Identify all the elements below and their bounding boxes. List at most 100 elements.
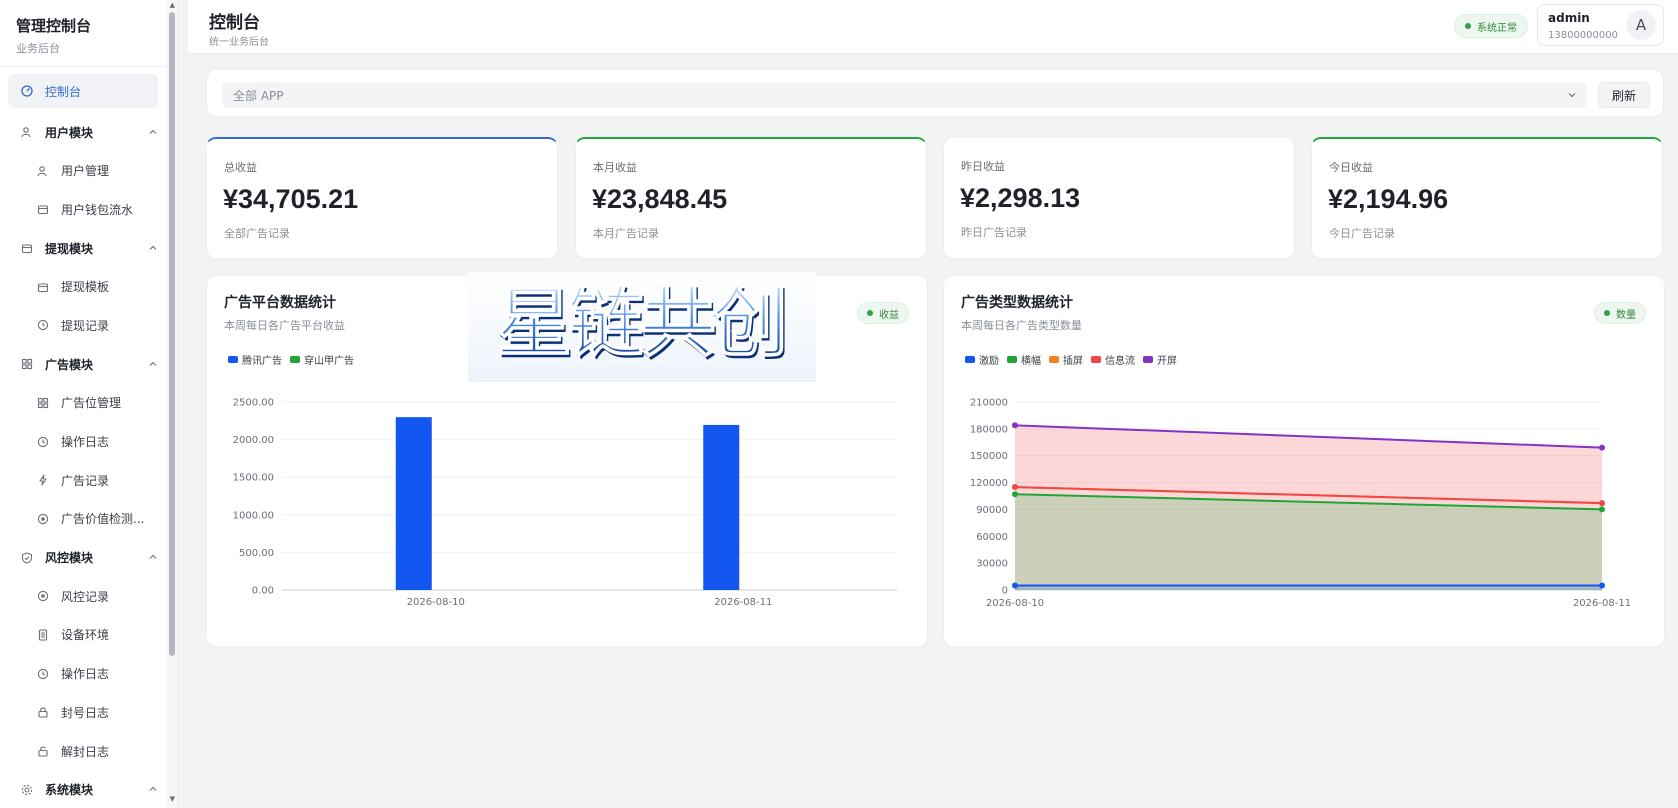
y-tick-label: 0.00	[252, 586, 274, 597]
stat-note: 全部广告记录	[224, 227, 290, 240]
y-tick-label: 180000	[970, 424, 1008, 435]
app-select[interactable]: 全部 APP	[222, 82, 1587, 108]
sidebar-item-label: 用户钱包流水	[61, 202, 134, 217]
shield-icon	[20, 551, 34, 565]
type-chart-panel: 广告类型数据统计 本周每日各广告类型数量 数量 激励 横幅 插屏 信息流 开屏 0 300…	[943, 275, 1665, 647]
sidebar-item-label: 风控记录	[61, 589, 110, 604]
stat-card-yesterday: 昨日收益 ¥2,298.13 昨日广告记录	[943, 137, 1295, 259]
chevron-down-icon	[1567, 89, 1577, 103]
sidebar-group-4[interactable]: 提现模块	[0, 229, 168, 268]
brand-subtitle: 业务后台	[16, 42, 60, 55]
sidebar-item-9[interactable]: 操作日志	[0, 422, 168, 461]
sidebar-group-18[interactable]: 系统模块	[0, 770, 168, 808]
sidebar-item-16[interactable]: 封号日志	[0, 693, 168, 732]
sidebar-item-label: 设备环境	[61, 628, 110, 643]
stat-note: 本月广告记录	[593, 227, 659, 240]
sidebar-item-10[interactable]: 广告记录	[0, 461, 168, 500]
wallet-icon	[36, 202, 50, 216]
sidebar-item-label: 解封日志	[61, 744, 110, 759]
sidebar-scrollbar-thumb[interactable]	[169, 12, 175, 656]
stat-card-month: 本月收益 ¥23,848.45 本月广告记录	[575, 137, 927, 259]
svg-text:星链共创: 星链共创	[496, 278, 784, 367]
sidebar: 管理控制台 业务后台 控制台用户模块用户管理用户钱包流水提现模块提现模板提现记录…	[0, 0, 178, 808]
avatar[interactable]: A	[1626, 10, 1656, 40]
sidebar-item-label: 风控模块	[45, 551, 94, 566]
grid-icon	[20, 357, 34, 371]
sidebar-item-label: 提现记录	[61, 318, 110, 333]
x-tick-label: 2026-08-11	[1573, 598, 1631, 609]
stat-note: 今日广告记录	[1329, 227, 1395, 240]
y-tick-label: 2500.00	[233, 398, 274, 409]
sidebar-item-label: 用户管理	[61, 164, 110, 179]
gear-icon	[20, 783, 34, 797]
chevron-up-icon[interactable]	[148, 783, 158, 797]
sidebar-item-13[interactable]: 风控记录	[0, 577, 168, 616]
brand-logo-overlay: 星链共创 星链共创	[468, 272, 816, 382]
sidebar-item-8[interactable]: 广告位管理	[0, 384, 168, 423]
x-tick-label: 2026-08-10	[986, 598, 1044, 609]
sidebar-item-label: 控制台	[45, 84, 82, 99]
target-icon	[36, 589, 50, 603]
lock-icon	[36, 705, 50, 719]
chevron-up-icon[interactable]	[148, 358, 158, 372]
sidebar-item-label: 广告价值检测...	[61, 512, 145, 527]
stat-value: ¥23,848.45	[592, 184, 728, 214]
sidebar-item-label: 广告模块	[45, 357, 94, 372]
brand-title: 管理控制台	[16, 17, 92, 35]
sidebar-group-12[interactable]: 风控模块	[0, 538, 168, 577]
bolt-icon	[36, 473, 50, 487]
stat-note: 昨日广告记录	[961, 226, 1027, 239]
top-header: 控制台 统一业务后台 系统正常 admin 13800000000 A	[188, 0, 1678, 54]
clock-icon	[36, 667, 50, 681]
y-tick-label: 30000	[976, 559, 1008, 570]
app-select-value: 全部 APP	[233, 88, 284, 103]
y-tick-label: 500.00	[239, 548, 274, 559]
data-point	[1012, 491, 1018, 498]
sidebar-item-11[interactable]: 广告价值检测...	[0, 500, 168, 539]
sidebar-item-14[interactable]: 设备环境	[0, 616, 168, 655]
sidebar-item-5[interactable]: 提现模板	[0, 267, 168, 306]
data-point	[1012, 422, 1018, 429]
dashboard-icon	[20, 84, 34, 98]
sidebar-item-2[interactable]: 用户管理	[0, 151, 168, 190]
clock-icon	[36, 318, 50, 332]
y-tick-label: 0	[1002, 586, 1008, 597]
chevron-up-icon[interactable]	[148, 242, 158, 256]
x-tick-label: 2026-08-11	[714, 597, 772, 608]
scroll-down-arrow-icon[interactable]: ▼	[170, 795, 175, 803]
clock-icon	[36, 435, 50, 449]
chevron-up-icon[interactable]	[148, 551, 158, 565]
sidebar-item-15[interactable]: 操作日志	[0, 654, 168, 693]
unlock-icon	[36, 744, 50, 758]
refresh-button[interactable]: 刷新	[1598, 82, 1650, 108]
user-name: admin	[1548, 11, 1590, 25]
sidebar-item-6[interactable]: 提现记录	[0, 306, 168, 345]
data-point	[1012, 484, 1018, 491]
users-icon	[36, 164, 50, 178]
bar	[703, 424, 740, 590]
chevron-up-icon[interactable]	[148, 126, 158, 140]
scroll-up-arrow-icon[interactable]: ▲	[170, 1, 175, 9]
stat-card-total: 总收益 ¥34,705.21 全部广告记录	[206, 137, 558, 259]
wallet-icon	[36, 280, 50, 294]
sidebar-group-1[interactable]: 用户模块	[0, 113, 168, 152]
stat-value: ¥2,194.96	[1328, 184, 1449, 214]
wallet-icon	[20, 241, 34, 255]
data-point	[1599, 500, 1605, 507]
y-tick-label: 60000	[976, 532, 1008, 543]
grid-icon	[36, 396, 50, 410]
sidebar-item-label: 提现模块	[45, 241, 94, 256]
y-tick-label: 210000	[970, 398, 1008, 409]
sidebar-item-17[interactable]: 解封日志	[0, 732, 168, 771]
sidebar-nav: 控制台 用户模块 用户管理 用户钱包流水 提现模块 提现模板 提现记录 广告模块 广告位管理 操作…	[0, 74, 168, 808]
sidebar-group-0[interactable]: 控制台	[8, 74, 158, 108]
sidebar-group-7[interactable]: 广告模块	[0, 345, 168, 384]
data-point	[1599, 444, 1605, 451]
y-tick-label: 2000.00	[233, 435, 274, 446]
stat-label: 总收益	[224, 161, 257, 174]
sidebar-item-label: 封号日志	[61, 705, 110, 720]
user-menu[interactable]: admin 13800000000 A	[1537, 4, 1664, 46]
sidebar-scrollbar[interactable]: ▲ ▼	[167, 0, 177, 808]
area-fill	[1015, 494, 1602, 590]
sidebar-item-3[interactable]: 用户钱包流水	[0, 190, 168, 229]
